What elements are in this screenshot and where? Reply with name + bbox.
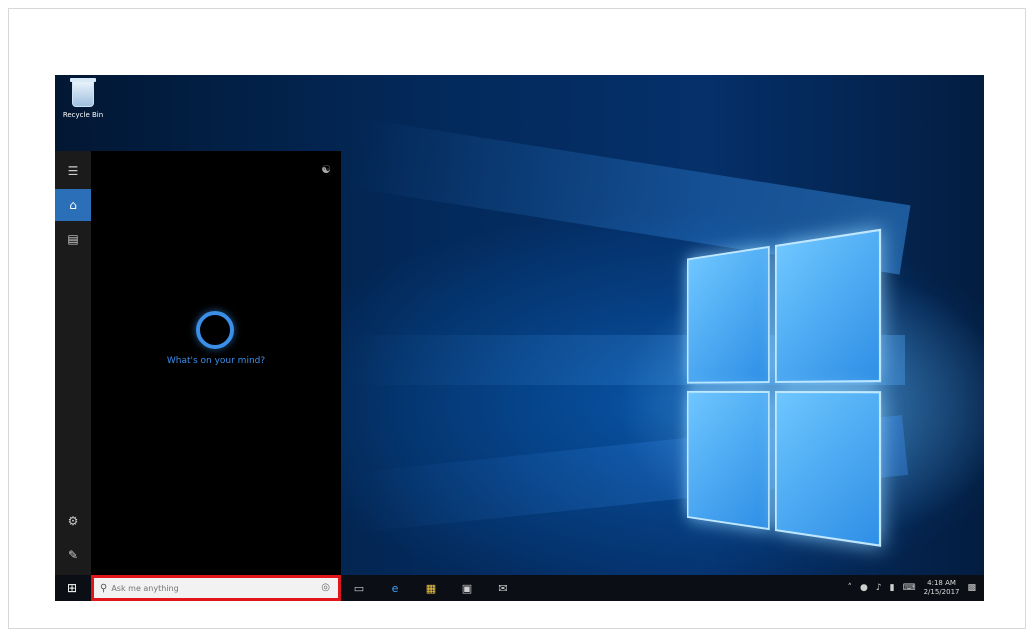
system-tray: ˄ ● ♪ ▮ ⌨ 4:18 AM 2/15/2017 ▩	[848, 575, 976, 601]
keyboard-icon[interactable]: ⌨	[903, 583, 916, 593]
settings-icon[interactable]: ⚙	[55, 505, 91, 537]
recycle-bin-shortcut[interactable]: Recycle Bin	[61, 78, 105, 119]
clock-date: 2/15/2017	[923, 588, 960, 596]
mail-icon[interactable]: ✉	[491, 575, 515, 601]
network-icon[interactable]: ●	[860, 583, 868, 593]
taskbar: ⊞ ⚲ ◎ ▭ e ▦ ▣ ✉ ˄ ● ♪ ▮ ⌨ 4:18 AM 2/15/2…	[55, 575, 984, 601]
cortana-sidebar: ☰ ⌂ ▤ ⚙ ✎	[55, 151, 91, 575]
search-icon: ⚲	[100, 582, 108, 594]
volume-icon[interactable]: ♪	[876, 583, 882, 593]
search-box[interactable]: ⚲ ◎	[91, 575, 341, 601]
battery-icon[interactable]: ▮	[890, 583, 895, 593]
chevron-up-icon[interactable]: ˄	[848, 583, 853, 593]
windows-logo-wallpaper	[686, 228, 883, 551]
recycle-bin-icon	[70, 78, 96, 107]
logo-pane	[686, 245, 770, 384]
desktop-screen: Recycle Bin ☰ ⌂ ▤ ⚙ ✎ ☯ What's on your m…	[55, 75, 984, 601]
logo-pane	[775, 228, 882, 383]
edge-icon[interactable]: e	[383, 575, 407, 601]
search-input[interactable]	[111, 583, 302, 593]
start-button[interactable]: ⊞	[55, 575, 89, 601]
logo-pane	[775, 391, 882, 547]
logo-pane	[686, 390, 770, 531]
microphone-icon[interactable]: ◎	[321, 582, 330, 593]
home-icon[interactable]: ⌂	[55, 189, 91, 221]
cortana-prompt: What's on your mind?	[166, 356, 266, 366]
account-icon[interactable]: ☯	[321, 163, 331, 176]
feedback-icon[interactable]: ✎	[55, 539, 91, 571]
cortana-panel: ☯ What's on your mind?	[91, 151, 341, 575]
store-icon[interactable]: ▣	[455, 575, 479, 601]
screenshot-frame: Recycle Bin ☰ ⌂ ▤ ⚙ ✎ ☯ What's on your m…	[8, 8, 1026, 629]
recycle-bin-label: Recycle Bin	[62, 111, 104, 119]
file-explorer-icon[interactable]: ▦	[419, 575, 443, 601]
cortana-ring-icon	[196, 311, 234, 349]
clock[interactable]: 4:18 AM 2/15/2017	[924, 579, 960, 597]
windows-icon: ⊞	[66, 581, 78, 595]
task-view-icon[interactable]: ▭	[347, 575, 371, 601]
hamburger-menu-icon[interactable]: ☰	[55, 155, 91, 187]
clock-time: 4:18 AM	[927, 579, 956, 587]
notebook-icon[interactable]: ▤	[55, 223, 91, 255]
notifications-icon[interactable]: ▩	[967, 583, 976, 593]
